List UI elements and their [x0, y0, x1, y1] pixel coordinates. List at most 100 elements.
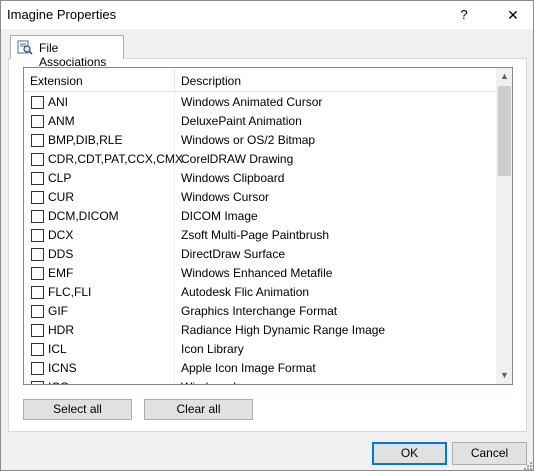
- list-item[interactable]: BMP,DIB,RLE Windows or OS/2 Bitmap: [24, 131, 496, 150]
- extension-cell: CDR,CDT,PAT,CCX,CMX: [48, 152, 183, 166]
- cell-divider: [174, 169, 175, 188]
- checkbox[interactable]: [31, 267, 44, 280]
- checkbox[interactable]: [31, 343, 44, 356]
- list-item[interactable]: DCM,DICOM DICOM Image: [24, 207, 496, 226]
- checkbox[interactable]: [31, 286, 44, 299]
- cell-divider: [174, 283, 175, 302]
- cell-divider: [174, 321, 175, 340]
- help-button[interactable]: ?: [449, 1, 479, 29]
- extension-cell: ICNS: [48, 361, 77, 375]
- description-cell: Windows Cursor: [181, 190, 270, 204]
- tab-file-associations[interactable]: File Associations: [10, 35, 124, 69]
- resize-grip-icon[interactable]: [521, 459, 533, 471]
- column-header-description[interactable]: Description: [181, 74, 241, 88]
- description-cell: Windows Enhanced Metafile: [181, 266, 333, 280]
- list-item[interactable]: DDS DirectDraw Surface: [24, 245, 496, 264]
- extension-cell: EMF: [48, 266, 74, 280]
- column-divider[interactable]: [174, 68, 175, 92]
- description-cell: DirectDraw Surface: [181, 247, 286, 261]
- cancel-button[interactable]: Cancel: [452, 442, 527, 465]
- extension-cell: ANI: [48, 95, 69, 109]
- scroll-up-icon[interactable]: ▲: [496, 68, 512, 85]
- description-cell: Icon Library: [181, 342, 244, 356]
- extension-cell: DDS: [48, 247, 74, 261]
- list-item[interactable]: HDR Radiance High Dynamic Range Image: [24, 321, 496, 340]
- checkbox[interactable]: [31, 191, 44, 204]
- cell-divider: [174, 207, 175, 226]
- cell-divider: [174, 302, 175, 321]
- extension-cell: ICL: [48, 342, 67, 356]
- scroll-thumb[interactable]: [498, 86, 511, 176]
- cell-divider: [174, 112, 175, 131]
- description-cell: DeluxePaint Animation: [181, 114, 302, 128]
- list-item[interactable]: ICNS Apple Icon Image Format: [24, 359, 496, 378]
- description-cell: CorelDRAW Drawing: [181, 152, 294, 166]
- file-associations-icon: [17, 40, 33, 55]
- list-item[interactable]: CLP Windows Clipboard: [24, 169, 496, 188]
- description-cell: Windows Clipboard: [181, 171, 285, 185]
- checkbox[interactable]: [31, 324, 44, 337]
- extension-cell: DCX: [48, 228, 74, 242]
- checkbox[interactable]: [31, 305, 44, 318]
- close-button[interactable]: ✕: [493, 1, 533, 29]
- list-item[interactable]: ANM DeluxePaint Animation: [24, 112, 496, 131]
- file-associations-list[interactable]: Extension Description ANI Windows Animate…: [23, 67, 513, 385]
- cell-divider: [174, 188, 175, 207]
- extension-cell: FLC,FLI: [48, 285, 92, 299]
- checkbox[interactable]: [31, 115, 44, 128]
- cell-divider: [174, 226, 175, 245]
- tab-label: File Associations: [39, 41, 107, 69]
- list-item[interactable]: EMF Windows Enhanced Metafile: [24, 264, 496, 283]
- description-cell: Apple Icon Image Format: [181, 361, 316, 375]
- description-cell: Windows Icon: [181, 380, 256, 384]
- description-cell: Autodesk Flic Animation: [181, 285, 310, 299]
- cell-divider: [174, 378, 175, 384]
- list-item[interactable]: FLC,FLI Autodesk Flic Animation: [24, 283, 496, 302]
- list-rows: ANI Windows Animated Cursor ANM DeluxePaint…: [24, 93, 496, 384]
- cell-divider: [174, 359, 175, 378]
- description-cell: Radiance High Dynamic Range Image: [181, 323, 386, 337]
- vertical-scrollbar[interactable]: ▲ ▼: [496, 68, 512, 384]
- checkbox[interactable]: [31, 172, 44, 185]
- scroll-down-icon[interactable]: ▼: [496, 367, 512, 384]
- extension-cell: DCM,DICOM: [48, 209, 119, 223]
- checkbox[interactable]: [31, 210, 44, 223]
- title-bar[interactable]: Imagine Properties ? ✕: [1, 1, 533, 29]
- extension-cell: GIF: [48, 304, 68, 318]
- cell-divider: [174, 264, 175, 283]
- checkbox[interactable]: [31, 134, 44, 147]
- list-item[interactable]: ANI Windows Animated Cursor: [24, 93, 496, 112]
- list-item[interactable]: CUR Windows Cursor: [24, 188, 496, 207]
- cell-divider: [174, 131, 175, 150]
- extension-cell: HDR: [48, 323, 74, 337]
- clear-all-button[interactable]: Clear all: [144, 399, 253, 420]
- ok-button[interactable]: OK: [372, 442, 447, 465]
- checkbox[interactable]: [31, 248, 44, 261]
- checkbox[interactable]: [31, 381, 44, 384]
- extension-cell: CLP: [48, 171, 72, 185]
- properties-dialog: Imagine Properties ? ✕ File Associations…: [0, 0, 534, 471]
- column-header-extension[interactable]: Extension: [30, 74, 83, 88]
- cell-divider: [174, 340, 175, 359]
- list-item[interactable]: GIF Graphics Interchange Format: [24, 302, 496, 321]
- extension-cell: BMP,DIB,RLE: [48, 133, 123, 147]
- checkbox[interactable]: [31, 229, 44, 242]
- list-item[interactable]: ICO Windows Icon: [24, 378, 496, 384]
- list-header: Extension Description: [24, 68, 496, 92]
- extension-cell: ANM: [48, 114, 75, 128]
- list-item[interactable]: DCX Zsoft Multi-Page Paintbrush: [24, 226, 496, 245]
- extension-cell: CUR: [48, 190, 74, 204]
- checkbox[interactable]: [31, 153, 44, 166]
- extension-cell: ICO: [48, 380, 69, 384]
- cell-divider: [174, 150, 175, 169]
- list-item[interactable]: ICL Icon Library: [24, 340, 496, 359]
- description-cell: Windows or OS/2 Bitmap: [181, 133, 316, 147]
- checkbox[interactable]: [31, 96, 44, 109]
- select-all-button[interactable]: Select all: [23, 399, 132, 420]
- description-cell: DICOM Image: [181, 209, 258, 223]
- list-item[interactable]: CDR,CDT,PAT,CCX,CMX CorelDRAW Drawing: [24, 150, 496, 169]
- description-cell: Windows Animated Cursor: [181, 95, 323, 109]
- cell-divider: [174, 245, 175, 264]
- checkbox[interactable]: [31, 362, 44, 375]
- description-cell: Zsoft Multi-Page Paintbrush: [181, 228, 330, 242]
